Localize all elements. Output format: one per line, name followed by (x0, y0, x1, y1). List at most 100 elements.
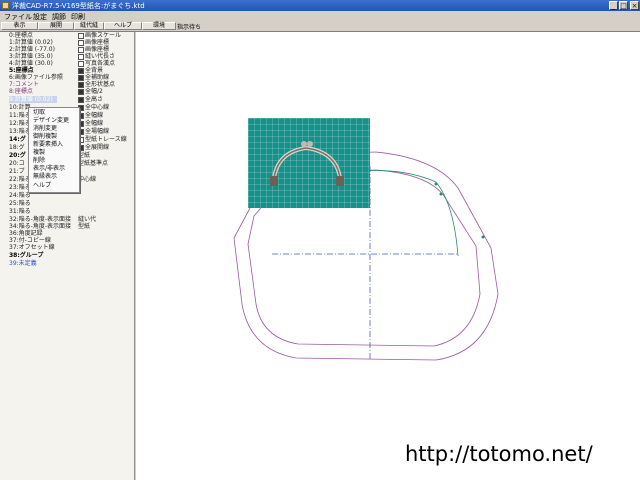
option-item[interactable]: 全中心線 (78, 104, 109, 111)
option-item[interactable]: 画像座標 (78, 39, 109, 46)
layer-item[interactable]: 7:コメント (9, 81, 39, 88)
option-item[interactable]: 全幅/2 (78, 88, 103, 95)
layer-item[interactable]: 24:陥る (9, 192, 31, 199)
control-point (434, 182, 438, 186)
option-label: 全場幅線 (85, 128, 110, 135)
purse-frame-image (270, 141, 344, 186)
option-label: 中心線 (78, 176, 97, 183)
layer-item[interactable]: 4:計算値 (30.0) (9, 60, 53, 67)
layer-item[interactable]: 37:オフセット線 (9, 244, 55, 251)
layer-item[interactable]: 21:ブ (9, 168, 25, 175)
option-label: 画像スケール (85, 32, 122, 39)
option-label: 写真各漢点 (85, 60, 116, 67)
option-label: 全背景 (85, 67, 104, 74)
context-menu-item[interactable]: 複製 (33, 149, 45, 156)
option-item[interactable]: 縫い代 (78, 216, 96, 223)
control-point (439, 192, 443, 196)
option-label: 全幅線 (85, 112, 104, 119)
layer-item[interactable]: 36:角度記録 (9, 230, 43, 237)
option-item[interactable]: 全幅線 (78, 120, 103, 127)
checkbox[interactable] (78, 53, 84, 60)
context-menu-item[interactable]: 削除 (33, 157, 45, 164)
option-label: 全高さ (85, 96, 104, 103)
option-label: 全幅線 (85, 120, 104, 127)
option-label: 全展開線 (85, 144, 110, 151)
layer-item[interactable]: 39:未定義 (9, 260, 37, 267)
context-menu-item[interactable]: 切取 (33, 109, 45, 116)
layer-item[interactable]: 1:計算値 (0.02) (9, 39, 53, 46)
minimize-button[interactable]: _ (609, 1, 618, 10)
pattern-drawing (233, 151, 499, 361)
layer-item[interactable]: 37:付-コピー線 (9, 237, 51, 244)
context-menu-item[interactable]: ヘルプ (33, 182, 51, 189)
checkbox[interactable] (78, 74, 84, 81)
option-label: 全形状基点 (85, 81, 116, 88)
checkbox[interactable] (78, 60, 84, 67)
maximize-button[interactable]: □ (619, 1, 628, 10)
option-item[interactable]: 写真各漢点 (78, 60, 115, 67)
option-item[interactable]: 全背景 (78, 67, 103, 74)
layer-item[interactable]: 6:画像ファイル参照 (9, 74, 63, 81)
layer-item[interactable]: 18:グ (9, 144, 25, 151)
option-item[interactable]: 縫い代長さ (78, 53, 115, 60)
title-bar: 洋裁CAD-R7.5-V169型紙名:がまぐち.ktd _ □ × (0, 0, 640, 11)
context-menu-item[interactable]: 表示/非表示 (33, 165, 65, 172)
context-menu: 切取 デザイン変更 消削変更 御削複製 新要素挿入 複製 削除 表示/非表示 無… (28, 107, 80, 193)
layer-panel: 0:座標点 1:計算値 (0.02) 2:計算値 (-77.0) 3:計算値 (… (0, 32, 135, 480)
seam-button[interactable]: 縫代縫 (74, 22, 104, 30)
toolbar: 表示 展開 縫代縫 ヘルプ 環境 指示待ち (0, 21, 640, 32)
layer-item[interactable]: 2:計算値 (-77.0) (9, 46, 55, 53)
drawing-canvas[interactable] (136, 32, 640, 480)
layer-item[interactable]: 3:計算値 (35.0) (9, 53, 53, 60)
menu-bar: ファイル 設定 調節 印刷 (0, 11, 640, 21)
layer-item-selected[interactable]: 9:計算値 (0.02) (9, 96, 57, 103)
option-item[interactable]: 型紙 (78, 223, 90, 230)
context-menu-item[interactable]: 無縁表示 (33, 173, 57, 180)
checkbox[interactable] (78, 81, 84, 88)
layer-item[interactable]: 34:陥る-角度-表示面接 (9, 223, 71, 230)
expand-button[interactable]: 展開 (38, 22, 74, 30)
option-item[interactable]: 中心線 (78, 176, 96, 183)
layer-item[interactable]: 8:座標点 (9, 88, 33, 95)
display-button[interactable]: 表示 (1, 22, 38, 30)
app-icon (2, 2, 9, 9)
close-button[interactable]: × (630, 1, 639, 10)
context-menu-item[interactable]: 御削複製 (33, 133, 57, 140)
layer-item[interactable]: 14:グ (9, 136, 26, 143)
layer-item[interactable]: 31:陥る (9, 208, 31, 215)
layer-item[interactable]: 25:陥る (9, 200, 31, 207)
layer-item[interactable]: 20:コ (9, 160, 25, 167)
context-menu-item[interactable]: 消削変更 (33, 125, 57, 132)
option-item[interactable]: 全高さ (78, 96, 103, 103)
checkbox[interactable] (78, 67, 84, 74)
option-item[interactable]: 型紙トレース線 (78, 136, 127, 143)
context-menu-item[interactable]: デザイン変更 (33, 117, 69, 124)
option-item[interactable]: 全場幅線 (78, 128, 109, 135)
option-label: 型紙基準点 (78, 160, 109, 167)
option-item[interactable]: 全形状基点 (78, 81, 115, 88)
option-label: 縫い代 (78, 216, 97, 223)
option-item[interactable]: 型紙基準点 (78, 160, 108, 167)
layer-item[interactable]: 20:グ (9, 152, 26, 159)
layer-item[interactable]: 5:座標点 (9, 67, 34, 74)
layer-item[interactable]: 38:グループ (9, 252, 43, 259)
option-item[interactable]: 全展開線 (78, 144, 109, 151)
reference-photo[interactable] (248, 118, 370, 208)
checkbox[interactable] (78, 88, 84, 95)
window-title: 洋裁CAD-R7.5-V169型紙名:がまぐち.ktd (12, 2, 145, 10)
context-menu-item[interactable]: 新要素挿入 (33, 141, 63, 148)
option-item[interactable]: 画像スケール (78, 32, 121, 39)
checkbox[interactable] (78, 39, 84, 46)
option-item[interactable]: 全補助線 (78, 74, 109, 81)
option-item[interactable]: 全幅線 (78, 112, 103, 119)
help-button[interactable]: ヘルプ (104, 22, 142, 30)
option-label: 縫い代長さ (85, 53, 116, 60)
option-label: 型紙 (78, 223, 91, 230)
environment-button[interactable]: 環境 (142, 22, 176, 30)
checkbox[interactable] (78, 32, 84, 39)
layer-item[interactable]: 0:座標点 (9, 32, 33, 39)
checkbox[interactable] (78, 46, 84, 53)
option-item[interactable]: 画像座標 (78, 46, 109, 53)
layer-item[interactable]: 32:陥る-角度-表示面接 (9, 216, 71, 223)
checkbox[interactable] (78, 96, 84, 103)
